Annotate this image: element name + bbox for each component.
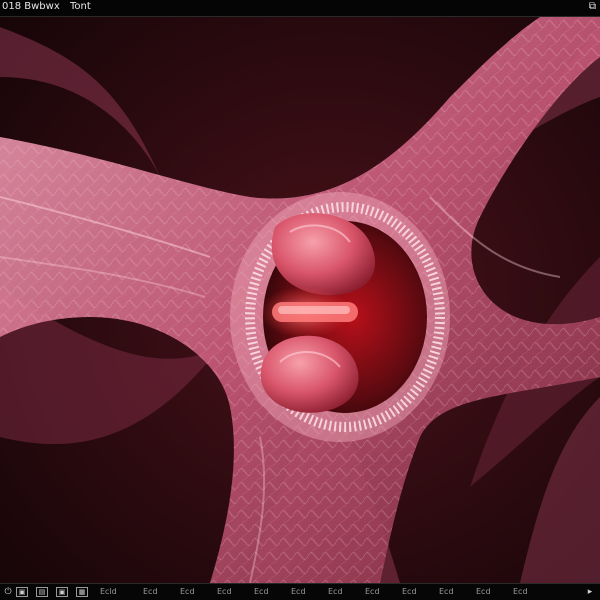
status-label-1: Ecld bbox=[100, 587, 117, 596]
top-toolbar: 018 Bwbwx Tont ⧉ bbox=[0, 0, 600, 17]
status-label-12: Ecd bbox=[513, 587, 528, 596]
status-label-5: Ecd bbox=[254, 587, 269, 596]
status-label-6: Ecd bbox=[291, 587, 306, 596]
window-corner-icon[interactable]: ⧉ bbox=[589, 1, 596, 13]
bottom-toolbar: ⏻ ▣ ▤ ▣ ▦ Ecld Ecd Ecd Ecd Ecd Ecd Ecd E… bbox=[0, 583, 600, 600]
status-label-9: Ecd bbox=[402, 587, 417, 596]
folder-icon[interactable]: ▤ bbox=[36, 587, 48, 597]
status-label-11: Ecd bbox=[476, 587, 491, 596]
status-label-10: Ecd bbox=[439, 587, 454, 596]
status-label-8: Ecd bbox=[365, 587, 380, 596]
cursor-icon[interactable]: ▸ bbox=[584, 587, 596, 597]
file-label[interactable]: 018 Bwbwx bbox=[2, 1, 60, 13]
view-label[interactable]: Tont bbox=[70, 1, 91, 13]
grid-icon[interactable]: ▦ bbox=[76, 587, 88, 597]
power-icon[interactable]: ⏻ bbox=[2, 587, 14, 597]
image-icon[interactable]: ▣ bbox=[16, 587, 28, 597]
status-label-7: Ecd bbox=[328, 587, 343, 596]
status-label-4: Ecd bbox=[217, 587, 232, 596]
viewer-window: 018 Bwbwx Tont ⧉ ⏻ ▣ ▤ ▣ ▦ Ecld Ecd Ecd … bbox=[0, 0, 600, 600]
image-icon-2[interactable]: ▣ bbox=[56, 587, 68, 597]
image-viewport[interactable] bbox=[0, 17, 600, 583]
microscopy-image bbox=[0, 17, 600, 583]
status-label-3: Ecd bbox=[180, 587, 195, 596]
status-label-2: Ecd bbox=[143, 587, 158, 596]
